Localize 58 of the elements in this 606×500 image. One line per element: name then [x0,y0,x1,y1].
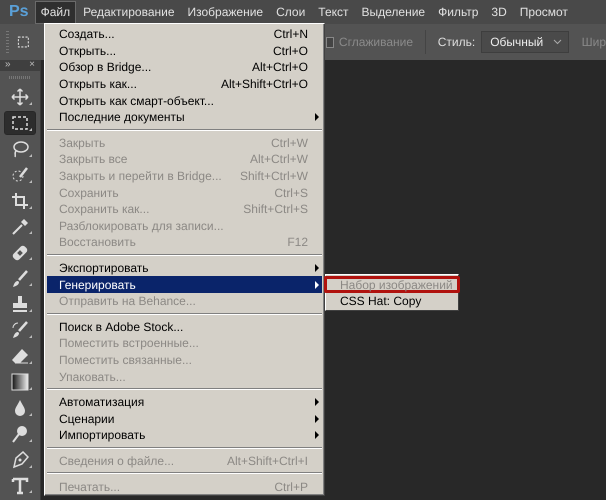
flyout-triangle-icon [29,490,32,494]
menu-item[interactable]: Создать... Ctrl+N [47,26,322,43]
style-dropdown[interactable]: Обычный [481,31,569,53]
flyout-triangle-icon [29,180,32,183]
menu-item[interactable]: Фильтр [432,0,484,24]
menu-item[interactable]: Открыть как... Alt+Shift+Ctrl+O [47,76,322,92]
flyout-triangle-icon [29,128,32,131]
flyout-triangle-icon [29,257,32,260]
style-label: Стиль: [438,35,476,49]
lasso-icon [11,140,29,158]
eyedropper-icon [11,218,29,236]
menu-item[interactable]: Автоматизация [47,394,322,410]
type-icon [11,476,29,495]
eraser-icon [11,347,29,366]
menu-item[interactable]: CSS Hat: Copy [324,292,460,310]
menu-item[interactable]: Файл [34,0,76,24]
menu-item[interactable]: Выделение [356,0,432,24]
flyout-triangle-icon [29,438,32,442]
brush-icon [11,270,29,288]
brush-selection-icon [11,166,29,184]
marquee-icon [11,114,29,132]
chevron-down-icon [552,39,562,45]
flyout-triangle-icon [29,102,32,105]
gradient-icon [11,373,29,392]
menu-item[interactable]: Открыть... Ctrl+O [47,42,322,60]
menu-item[interactable]: Открыть как смарт-объект... [47,92,322,109]
menu-item[interactable]: Текст [312,0,355,24]
menu-item[interactable]: 3D [485,0,513,24]
flyout-triangle-icon [29,231,32,234]
stamp-icon [11,295,29,314]
menu-item[interactable]: Сценарии [47,410,322,428]
menu-item[interactable]: Поиск в Adobe Stock... [47,318,322,336]
flyout-triangle-icon [29,386,32,390]
menu-item[interactable]: Импортировать [47,427,322,444]
move-icon [11,88,29,106]
flyout-triangle-icon [29,412,32,416]
pen-icon [11,450,29,469]
flyout-triangle-icon [29,283,32,286]
flyout-triangle-icon [29,309,32,312]
app-logo: Ps [9,3,29,21]
flyout-triangle-icon [29,335,32,338]
menu-item[interactable]: Последние документы [47,108,322,126]
flyout-triangle-icon [29,154,32,157]
menu-item[interactable]: Экспортировать [47,260,322,276]
tool-button[interactable] [4,111,36,135]
menu-item[interactable]: Слои [270,0,312,24]
collapse-button[interactable]: » [5,60,11,70]
crop-icon [11,192,29,210]
history-brush-icon [11,321,29,340]
lollipop-icon [11,425,29,443]
flyout-triangle-icon [29,206,32,208]
flyout-triangle-icon [29,464,32,468]
menu-item[interactable]: Просмот [514,0,574,24]
menu-item[interactable]: Обзор в Bridge... Alt+Ctrl+O [47,59,322,76]
menu-item[interactable]: Редактирование [77,0,181,24]
close-button[interactable]: × [29,60,35,70]
flyout-triangle-icon [29,360,32,364]
menu-item[interactable]: Изображение [182,0,270,24]
